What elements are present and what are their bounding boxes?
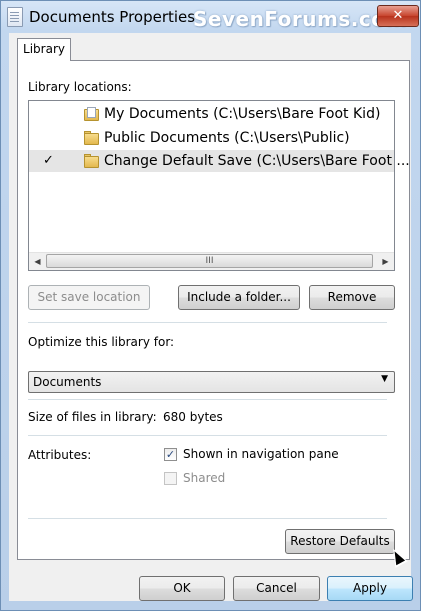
optimize-select[interactable]: Documents ▼ <box>28 371 395 393</box>
restore-defaults-button[interactable]: Restore Defaults <box>285 529 395 554</box>
window-title: Documents Properties <box>29 8 196 26</box>
list-item[interactable]: ✓ Change Default Save (C:\Users\Bare Foo… <box>29 150 410 172</box>
size-value: 680 bytes <box>163 410 223 424</box>
folder-icon <box>84 131 100 145</box>
properties-window: Documents Properties SevenForums.com ✕ L… <box>0 0 421 611</box>
set-save-location-button[interactable]: Set save location <box>28 285 150 310</box>
horizontal-scrollbar[interactable]: ◀ III ▶ <box>29 252 394 270</box>
include-folder-button[interactable]: Include a folder... <box>178 285 300 310</box>
location-name: My Documents (C:\Users\Bare Foot Kid) <box>104 106 381 122</box>
list-item[interactable]: Public Documents (C:\Users\Public) <box>29 127 394 149</box>
documents-folder-icon <box>84 107 100 121</box>
apply-button[interactable]: Apply <box>327 576 413 601</box>
scroll-left-icon[interactable]: ◀ <box>30 255 45 268</box>
library-locations-list[interactable]: My Documents (C:\Users\Bare Foot Kid) Pu… <box>28 100 410 271</box>
chevron-down-icon: ▼ <box>381 374 388 384</box>
divider <box>28 518 387 519</box>
scroll-thumb[interactable]: III <box>46 254 373 268</box>
shown-in-nav-label[interactable]: Shown in navigation pane <box>183 447 339 461</box>
divider <box>28 435 387 436</box>
library-tab-pane: Library locations: My Documents (C:\User… <box>17 60 410 560</box>
shared-checkbox[interactable] <box>164 472 177 485</box>
optimize-selected-value: Documents <box>33 375 102 389</box>
list-item[interactable]: My Documents (C:\Users\Bare Foot Kid) <box>29 103 394 125</box>
divider <box>28 322 387 323</box>
title-bar[interactable]: Documents Properties SevenForums.com ✕ <box>1 1 420 33</box>
shown-in-nav-checkbox[interactable]: ✓ <box>164 448 177 461</box>
shared-label[interactable]: Shared <box>183 471 225 485</box>
cancel-button[interactable]: Cancel <box>233 576 320 601</box>
ok-button[interactable]: OK <box>139 576 225 601</box>
location-name: Change Default Save (C:\Users\Bare Foot … <box>104 153 410 169</box>
tab-library[interactable]: Library <box>17 38 71 61</box>
optimize-label: Optimize this library for: <box>28 335 175 349</box>
size-label: Size of files in library: <box>28 410 157 424</box>
remove-button[interactable]: Remove <box>309 285 395 310</box>
folder-icon <box>84 154 100 168</box>
location-name: Public Documents (C:\Users\Public) <box>104 130 350 146</box>
library-locations-label: Library locations: <box>28 80 132 94</box>
dialog-body: Library Library locations: My Documents … <box>9 33 413 601</box>
watermark: SevenForums.com <box>193 7 407 31</box>
default-save-check-icon: ✓ <box>43 153 54 168</box>
scroll-right-icon[interactable]: ▶ <box>378 255 393 268</box>
divider <box>28 399 387 400</box>
close-button[interactable]: ✕ <box>377 5 419 27</box>
attributes-label: Attributes: <box>28 448 92 462</box>
document-icon <box>7 7 23 27</box>
